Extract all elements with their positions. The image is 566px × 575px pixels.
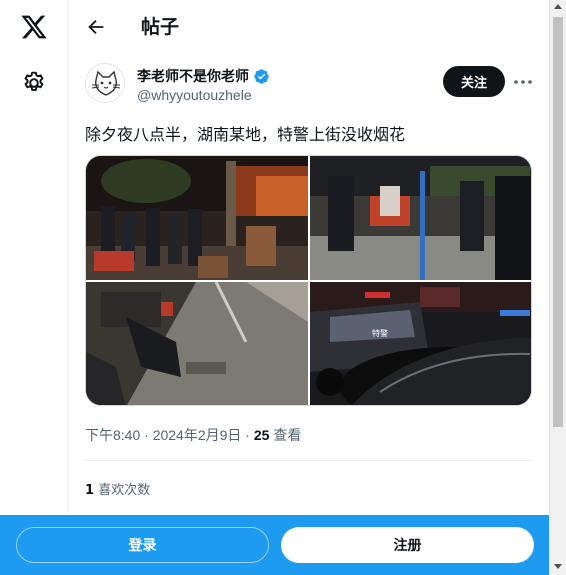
- likes-stat[interactable]: 1 喜欢次数: [85, 479, 150, 498]
- page-header: 帖子: [69, 0, 549, 53]
- tweet-text: 除夕夜八点半，湖南某地，特警上街没收烟花: [85, 125, 406, 144]
- signup-button[interactable]: 注册: [281, 527, 534, 563]
- tweet-timestamp[interactable]: 下午8:40 · 2024年2月9日: [85, 427, 241, 443]
- verified-badge-icon: [254, 68, 269, 84]
- tweet-meta: 下午8:40 · 2024年2月9日 · 25 查看: [85, 425, 301, 445]
- divider: [85, 460, 532, 461]
- media-photo-2[interactable]: [310, 156, 532, 280]
- follow-button[interactable]: 关注: [443, 66, 505, 97]
- media-photo-3[interactable]: [86, 282, 308, 406]
- login-button[interactable]: 登录: [16, 527, 269, 563]
- media-photo-4[interactable]: 特警: [310, 282, 532, 406]
- likes-label: 喜欢次数: [98, 483, 151, 498]
- views-label: 查看: [273, 427, 302, 443]
- media-grid: 特警: [85, 155, 532, 406]
- author-name-text: 李老师不是你老师: [137, 69, 249, 85]
- author-name[interactable]: 李老师不是你老师: [137, 66, 270, 86]
- more-options-icon[interactable]: [511, 70, 535, 94]
- meta-separator: ·: [245, 427, 254, 443]
- main-column: 帖子 李老师不是你老师 @whyyoutouzhele 关注 除夕夜八点半，湖南…: [69, 0, 549, 575]
- scroll-up-arrow-icon[interactable]: [554, 4, 562, 9]
- arrow-left-icon[interactable]: [85, 16, 107, 38]
- gear-icon[interactable]: [21, 70, 47, 96]
- scrollbar-thumb[interactable]: [553, 17, 563, 427]
- svg-text:特警: 特警: [372, 328, 388, 338]
- sidebar: [0, 0, 69, 575]
- views-count: 25: [253, 427, 270, 443]
- media-photo-1[interactable]: [86, 156, 308, 280]
- scroll-down-arrow-icon[interactable]: [554, 564, 562, 569]
- scrollbar[interactable]: [549, 0, 566, 575]
- avatar[interactable]: [85, 63, 125, 103]
- avatar-cat-illustration: [91, 70, 121, 96]
- x-logo-icon[interactable]: [19, 13, 49, 41]
- likes-count: 1: [85, 483, 95, 498]
- author-handle[interactable]: @whyyoutouzhele: [137, 87, 252, 103]
- page-title: 帖子: [141, 16, 180, 38]
- signup-bottom-bar: 登录 注册: [0, 515, 549, 575]
